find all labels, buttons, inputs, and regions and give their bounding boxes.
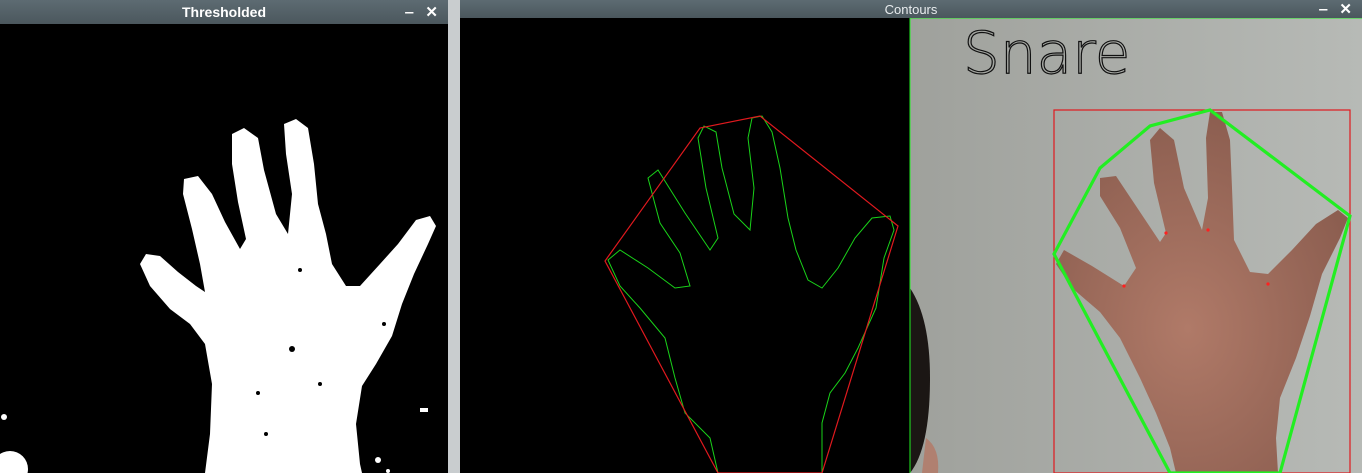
minimize-icon[interactable]: ‒ (405, 5, 413, 20)
minimize-icon[interactable]: ‒ (1319, 2, 1327, 17)
contours-window: Contours ‒ ✕ Snare (460, 0, 1362, 473)
titlebar-thresholded[interactable]: Thresholded ‒ ✕ (0, 0, 448, 24)
titlebar-contours[interactable]: Contours ‒ ✕ (460, 0, 1362, 18)
close-icon[interactable]: ✕ (1339, 2, 1352, 17)
window-gap (448, 0, 460, 473)
threshold-view (0, 24, 448, 473)
contours-canvas: Snare (460, 18, 1362, 473)
gesture-label: Snare (963, 19, 1130, 87)
close-icon[interactable]: ✕ (425, 5, 438, 20)
window-title-thresholded: Thresholded (181, 4, 266, 20)
window-title-contours: Contours (884, 1, 938, 17)
thresholded-window: Thresholded ‒ ✕ (0, 0, 448, 473)
threshold-mask-image (0, 24, 448, 473)
contours-view: Snare (460, 18, 1362, 473)
